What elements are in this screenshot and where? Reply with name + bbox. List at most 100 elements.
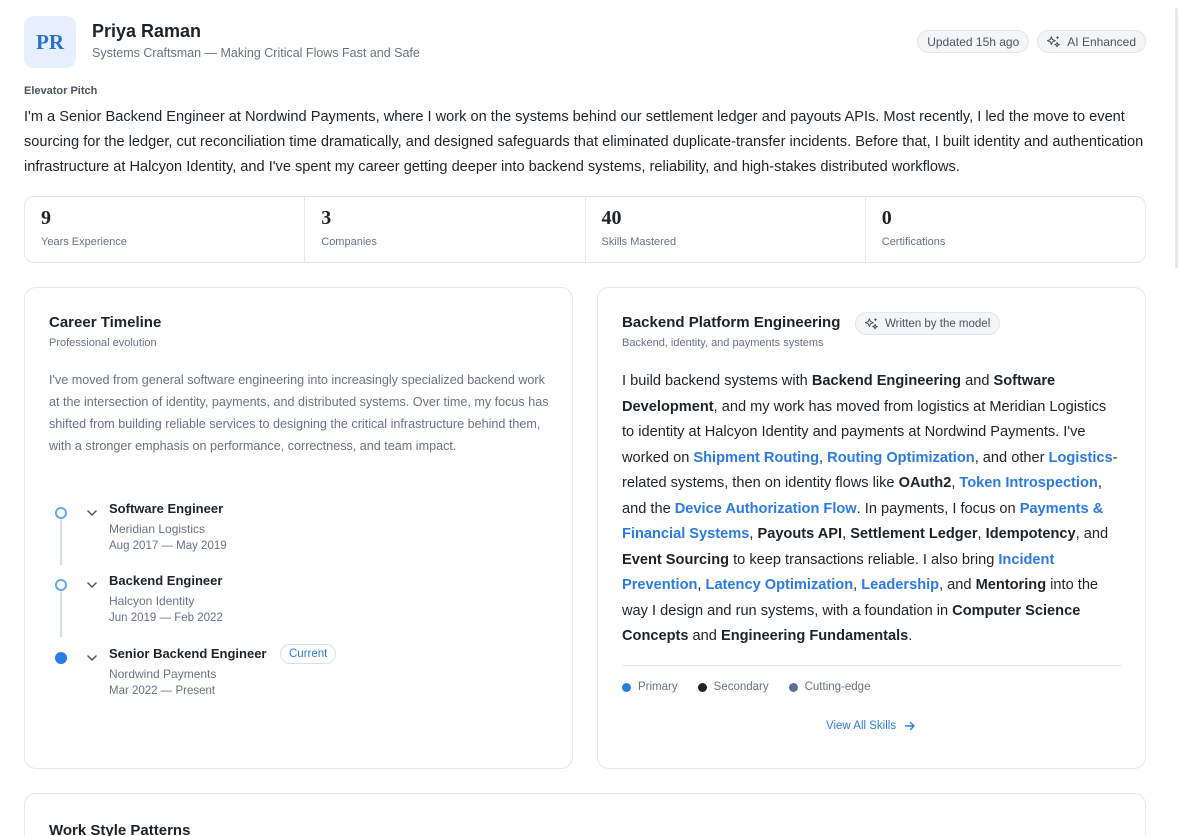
- skill-name: Backend Engineering: [811, 373, 962, 389]
- summary-text: ,: [842, 526, 851, 542]
- timeline-role[interactable]: Backend Engineer: [109, 573, 222, 588]
- stat-years: 9 Years Experience: [25, 197, 306, 262]
- divider: [622, 665, 1122, 666]
- timeline-company: Meridian Logistics: [109, 522, 206, 536]
- stat-skills: 40 Skills Mastered: [586, 197, 866, 262]
- skill-link[interactable]: Leadership: [861, 577, 939, 593]
- summary-text: , and: [939, 577, 976, 593]
- pitch-label: Elevator Pitch: [24, 85, 98, 97]
- stat-label: Skills Mastered: [601, 236, 677, 248]
- stat-companies: 3 Companies: [305, 197, 586, 262]
- legend-item: Secondary: [697, 681, 769, 693]
- summary-text: ,: [977, 526, 986, 542]
- card-title: Work Style Patterns: [49, 822, 191, 836]
- header-badges: Updated 15h ago AI Enhanced: [917, 30, 1146, 53]
- skill-name: Settlement Ledger: [850, 526, 978, 542]
- timeline-company: Nordwind Payments: [109, 667, 217, 681]
- stat-value: 40: [601, 207, 622, 229]
- current-badge: Current: [280, 644, 337, 664]
- summary-text: .: [908, 628, 913, 644]
- view-all-label[interactable]: View All Skills: [826, 720, 896, 732]
- timeline-dates: Mar 2022 — Present: [109, 685, 216, 697]
- legend-label: Secondary: [713, 681, 769, 693]
- skill-link[interactable]: Shipment Routing: [693, 450, 819, 466]
- timeline-dates: Jun 2019 — Feb 2022: [109, 612, 223, 624]
- skill-link[interactable]: Device Authorization Flow: [675, 501, 857, 517]
- ai-enhanced-badge: AI Enhanced: [1037, 30, 1146, 53]
- summary-text: I build backend systems with: [622, 373, 812, 389]
- stats-bar: 9 Years Experience 3 Companies 40 Skills…: [24, 196, 1146, 263]
- updated-badge: Updated 15h ago: [917, 30, 1030, 53]
- skill-name: Engineering Fundamentals: [720, 628, 909, 644]
- summary-text: ,: [853, 577, 862, 593]
- sparkles-icon: [1047, 35, 1061, 47]
- summary-text: ,: [819, 449, 828, 466]
- elevator-pitch: I'm a Senior Backend Engineer at Nordwin…: [24, 109, 1144, 175]
- timeline-company: Halcyon Identity: [109, 594, 195, 608]
- skill-link[interactable]: Logistics: [1049, 450, 1113, 466]
- work-style-card: Work Style Patterns: [24, 793, 1146, 836]
- chevron-down-icon[interactable]: [86, 652, 98, 664]
- skill-name: Idempotency: [985, 526, 1076, 542]
- card-subtitle: Professional evolution: [49, 337, 157, 349]
- timeline-dot: [55, 507, 67, 519]
- legend-item: Primary: [622, 681, 678, 693]
- stat-value: 3: [321, 207, 332, 229]
- timeline-dot: [55, 579, 67, 591]
- skill-name: Event Sourcing: [622, 551, 730, 568]
- legend-label: Primary: [638, 681, 678, 693]
- skill-legend: Primary Secondary Cutting-edge: [622, 681, 870, 693]
- career-timeline-card: Career Timeline Professional evolution I…: [24, 287, 573, 769]
- legend-label: Cutting-edge: [804, 681, 871, 693]
- legend-dot: [622, 682, 631, 692]
- skill-link[interactable]: Routing Optimization: [827, 450, 975, 466]
- skills-card: Backend Platform Engineering Written by …: [597, 287, 1146, 769]
- updated-label: Updated 15h ago: [927, 34, 1020, 49]
- stat-label: Companies: [321, 236, 377, 248]
- profile-header: PR Priya Raman Systems Craftsman — Makin…: [24, 16, 1146, 68]
- timeline-intro: I've moved from general software enginee…: [49, 373, 549, 453]
- chevron-down-icon[interactable]: [86, 579, 98, 591]
- card-title: Backend Platform Engineering: [622, 314, 841, 331]
- summary-text: and: [961, 373, 994, 389]
- arrow-right-icon: [904, 721, 915, 731]
- card-subtitle: Backend, identity, and payments systems: [622, 337, 824, 349]
- sparkles-icon: [865, 317, 878, 329]
- summary-text: , and: [1075, 526, 1109, 542]
- timeline-role[interactable]: Software Engineer: [109, 501, 223, 516]
- timeline-role[interactable]: Senior Backend Engineer: [109, 646, 267, 661]
- avatar: PR: [24, 16, 76, 68]
- skill-name: Payouts API: [757, 526, 843, 542]
- stat-value: 9: [41, 207, 51, 229]
- timeline-connector: [60, 591, 62, 637]
- timeline-dot-current: [55, 652, 67, 664]
- stat-certifications: 0 Certifications: [866, 197, 1145, 262]
- profile-name: Priya Raman: [92, 21, 202, 41]
- legend-item: Cutting-edge: [788, 681, 871, 693]
- profile-tagline: Systems Craftsman — Making Critical Flow…: [92, 46, 420, 60]
- view-all-skills-link[interactable]: View All Skills: [826, 720, 916, 732]
- summary-text: to keep transactions reliable. I also br…: [729, 551, 999, 568]
- scrollbar[interactable]: [1175, 8, 1178, 268]
- card-title: Career Timeline: [49, 314, 162, 331]
- stat-label: Years Experience: [41, 236, 127, 248]
- skills-summary: I build backend systems with Backend Eng…: [622, 369, 1122, 650]
- summary-text: . In payments, I focus on: [856, 500, 1020, 517]
- legend-dot: [788, 682, 798, 692]
- summary-text: , and other: [974, 449, 1049, 466]
- summary-text: and: [688, 628, 721, 644]
- stat-label: Certifications: [881, 236, 946, 248]
- skill-name: Mentoring: [975, 577, 1047, 593]
- chevron-down-icon[interactable]: [86, 507, 98, 519]
- written-by-model-badge: Written by the model: [855, 312, 1001, 335]
- skill-link[interactable]: Token Introspection: [959, 475, 1097, 491]
- skill-name: OAuth2: [898, 475, 952, 491]
- skill-link[interactable]: Latency Optimization: [706, 577, 854, 593]
- model-badge-label: Written by the model: [885, 317, 991, 330]
- timeline-dates: Aug 2017 — May 2019: [109, 540, 227, 552]
- timeline-connector: [60, 519, 62, 565]
- ai-enhanced-label: AI Enhanced: [1067, 34, 1136, 49]
- legend-dot: [697, 682, 707, 692]
- summary-text: ,: [697, 577, 706, 593]
- stat-value: 0: [881, 207, 892, 229]
